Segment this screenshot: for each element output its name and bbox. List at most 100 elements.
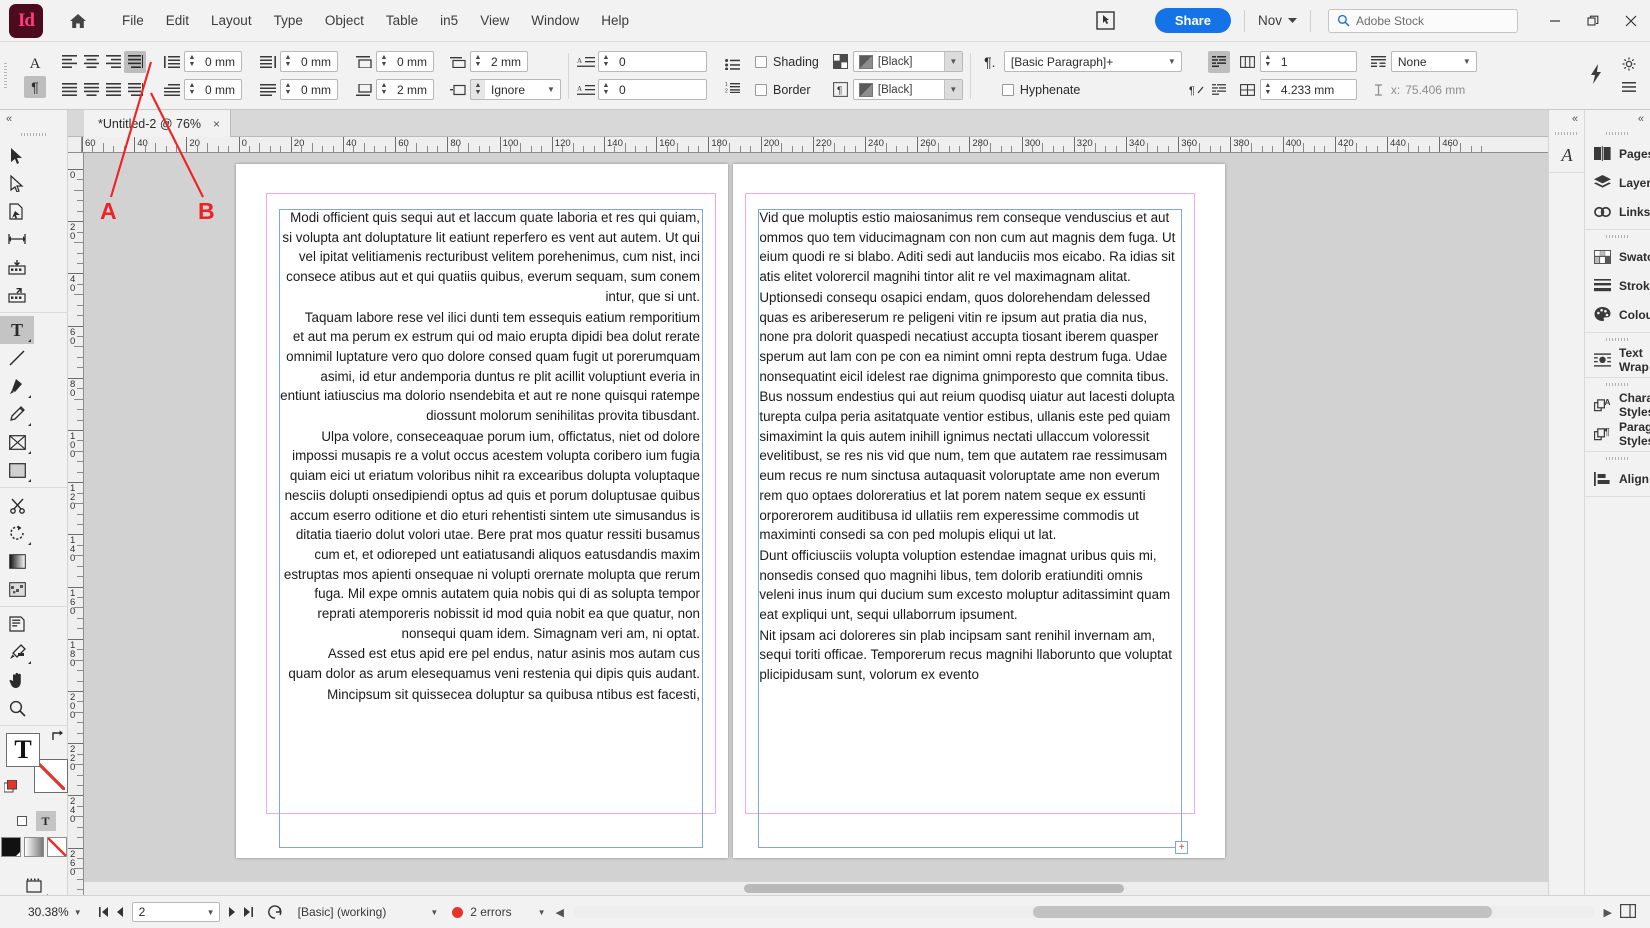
default-fill-stroke-icon[interactable] — [3, 779, 17, 793]
column-count-field[interactable]: ▲ ▼ 1 — [1259, 51, 1357, 72]
close-icon[interactable]: × — [213, 117, 220, 131]
next-page-button[interactable] — [224, 907, 240, 917]
hyphenate-checkbox[interactable]: Hyphenate — [1001, 83, 1180, 97]
document-canvas[interactable]: Modi officient quis sequi aut et laccum … — [84, 153, 1548, 895]
first-page-button[interactable] — [96, 907, 112, 917]
share-button[interactable]: Share — [1154, 8, 1231, 33]
chevron-down-icon[interactable]: ▼ — [943, 52, 962, 71]
pencil-tool[interactable] — [0, 400, 34, 428]
formatting-affects-container-button[interactable] — [12, 811, 32, 831]
left-indent-stepper[interactable]: ▲ ▼ — [184, 51, 199, 72]
story-text-right[interactable]: Vid que moluptis estio maiosanimus rem c… — [759, 208, 1179, 686]
panel-dock-collapse-button[interactable]: « — [1585, 110, 1650, 127]
preflight-profile[interactable]: [Basic] (working) — [298, 905, 387, 919]
left-indent-field[interactable]: ▲ ▼ 0 mm — [184, 51, 242, 72]
menu-item-window[interactable]: Window — [520, 9, 590, 32]
control-bar-grip[interactable] — [0, 42, 10, 109]
minimize-button[interactable] — [1536, 0, 1574, 42]
tools-grip[interactable] — [0, 127, 67, 141]
eyedropper-tool[interactable] — [0, 638, 34, 666]
gradient-feather-tool[interactable] — [0, 575, 34, 603]
justify-last-line-right-button[interactable] — [124, 50, 146, 73]
drop-cap-chars-stepper[interactable]: ▲ ▼ — [598, 79, 613, 100]
menu-item-table[interactable]: Table — [375, 9, 429, 32]
apply-color-button[interactable] — [0, 837, 21, 857]
ruler-origin[interactable] — [68, 137, 82, 152]
panel-group-grip[interactable] — [1585, 378, 1650, 390]
chevron-down-icon[interactable]: ▼ — [1458, 57, 1476, 66]
right-indent-stepper[interactable]: ▲ ▼ — [280, 51, 295, 72]
chevron-down-icon[interactable]: ▼ — [943, 80, 962, 99]
space-after-stepper[interactable]: ▲ ▼ — [376, 79, 391, 100]
first-line-indent-stepper[interactable]: ▲ ▼ — [184, 79, 199, 100]
align-center-button[interactable] — [80, 51, 102, 73]
apply-none-button[interactable] — [46, 837, 67, 857]
story-text-left[interactable]: Modi officient quis sequi aut et laccum … — [280, 208, 700, 706]
menu-item-view[interactable]: View — [469, 9, 520, 32]
panel-item-layers[interactable]: Layers — [1585, 168, 1650, 197]
column-count-stepper[interactable]: ▲ ▼ — [1259, 51, 1275, 72]
glyphs-panel-icon[interactable]: A — [1549, 139, 1585, 173]
bulleted-list-button[interactable] — [721, 53, 743, 75]
vertical-ruler[interactable]: 020406080100120140160180200220240260280 — [68, 153, 84, 895]
drop-cap-lines-field[interactable]: ▲ ▼ 0 — [598, 51, 707, 72]
align-left-button[interactable] — [58, 51, 80, 73]
direct-selection-tool[interactable] — [0, 169, 34, 197]
menu-item-help[interactable]: Help — [590, 9, 640, 32]
align-to-grid-stepper[interactable]: ▲ ▼ — [470, 79, 485, 100]
gradient-swatch-tool[interactable] — [0, 547, 34, 575]
pen-tool[interactable] — [0, 372, 34, 400]
horizontal-ruler[interactable]: 60 40 20 0 20 40 60 80 100 120 140 160 180 200 220 240 2… — [68, 137, 1548, 153]
status-scroll-track[interactable] — [573, 906, 1594, 918]
panel-strip-grip[interactable] — [1549, 127, 1584, 139]
home-icon[interactable] — [65, 13, 91, 29]
gutter-stepper[interactable]: ▲ ▼ — [1259, 79, 1275, 100]
panel-item-stroke[interactable]: Stroke — [1585, 271, 1650, 300]
chevron-down-icon[interactable]: ▼ — [538, 908, 546, 917]
panel-group-grip[interactable] — [1585, 230, 1650, 242]
zoom-tool[interactable] — [0, 694, 34, 722]
page-right[interactable]: Vid que moluptis estio maiosanimus rem c… — [733, 164, 1226, 858]
gutter-field[interactable]: ▲ ▼ 4.233 mm — [1259, 79, 1357, 100]
overset-text-indicator[interactable]: + — [1175, 841, 1189, 854]
chevron-down-icon[interactable]: ▼ — [1163, 57, 1181, 66]
no-break-button[interactable]: ¶ — [1186, 79, 1208, 101]
panel-menu-icon[interactable] — [1618, 76, 1640, 98]
note-tool[interactable] — [0, 610, 34, 638]
panel-item-align[interactable]: Align — [1585, 464, 1650, 493]
text-frame-left[interactable]: Modi officient quis sequi aut et laccum … — [279, 209, 703, 848]
page-tool[interactable] — [0, 197, 34, 225]
page-left[interactable]: Modi officient quis sequi aut et laccum … — [236, 164, 728, 858]
drop-cap-lines-stepper[interactable]: ▲ ▼ — [598, 51, 613, 72]
fill-swatch[interactable]: T — [6, 733, 40, 767]
justify-all-lines-button[interactable] — [58, 79, 80, 101]
single-line-composer-button[interactable] — [1208, 79, 1230, 101]
scrollbar-thumb[interactable] — [744, 884, 1124, 893]
type-tool[interactable]: T — [0, 316, 34, 344]
scrollbar-thumb[interactable] — [1032, 906, 1492, 918]
adobe-stock-search[interactable]: Adobe Stock — [1328, 8, 1518, 33]
numbered-list-button[interactable]: 12 — [721, 76, 743, 98]
go-to-page-icon[interactable] — [264, 905, 286, 919]
line-tool[interactable] — [0, 344, 34, 372]
status-expander-icon[interactable]: ◀ — [556, 906, 564, 919]
content-placer-tool[interactable] — [0, 281, 34, 309]
paragraph-style-select[interactable]: [Basic Paragraph]+ ▼ — [1003, 51, 1182, 72]
panel-group-grip[interactable] — [1585, 127, 1650, 139]
panel-group-grip[interactable] — [1585, 333, 1650, 345]
last-page-button[interactable] — [240, 907, 256, 917]
last-line-indent-stepper[interactable]: ▲ ▼ — [280, 79, 295, 100]
hand-tool[interactable] — [0, 666, 34, 694]
menu-item-type[interactable]: Type — [263, 9, 314, 32]
space-before-field[interactable]: ▲ ▼ 0 mm — [376, 51, 434, 72]
paragraph-formatting-button[interactable]: ¶ — [24, 76, 46, 98]
frame-tool[interactable] — [0, 428, 34, 456]
space-before-stepper[interactable]: ▲ ▼ — [376, 51, 391, 72]
space-after-field[interactable]: ▲ ▼ 2 mm — [376, 79, 434, 100]
justify-full-button[interactable] — [102, 79, 124, 101]
free-transform-tool[interactable] — [0, 519, 34, 547]
scissors-tool[interactable] — [0, 491, 34, 519]
swap-fill-stroke-icon[interactable] — [51, 729, 65, 746]
panel-strip-collapse-button[interactable]: « — [1549, 110, 1584, 127]
text-frame-right[interactable]: Vid que moluptis estio maiosanimus rem c… — [758, 208, 1189, 854]
